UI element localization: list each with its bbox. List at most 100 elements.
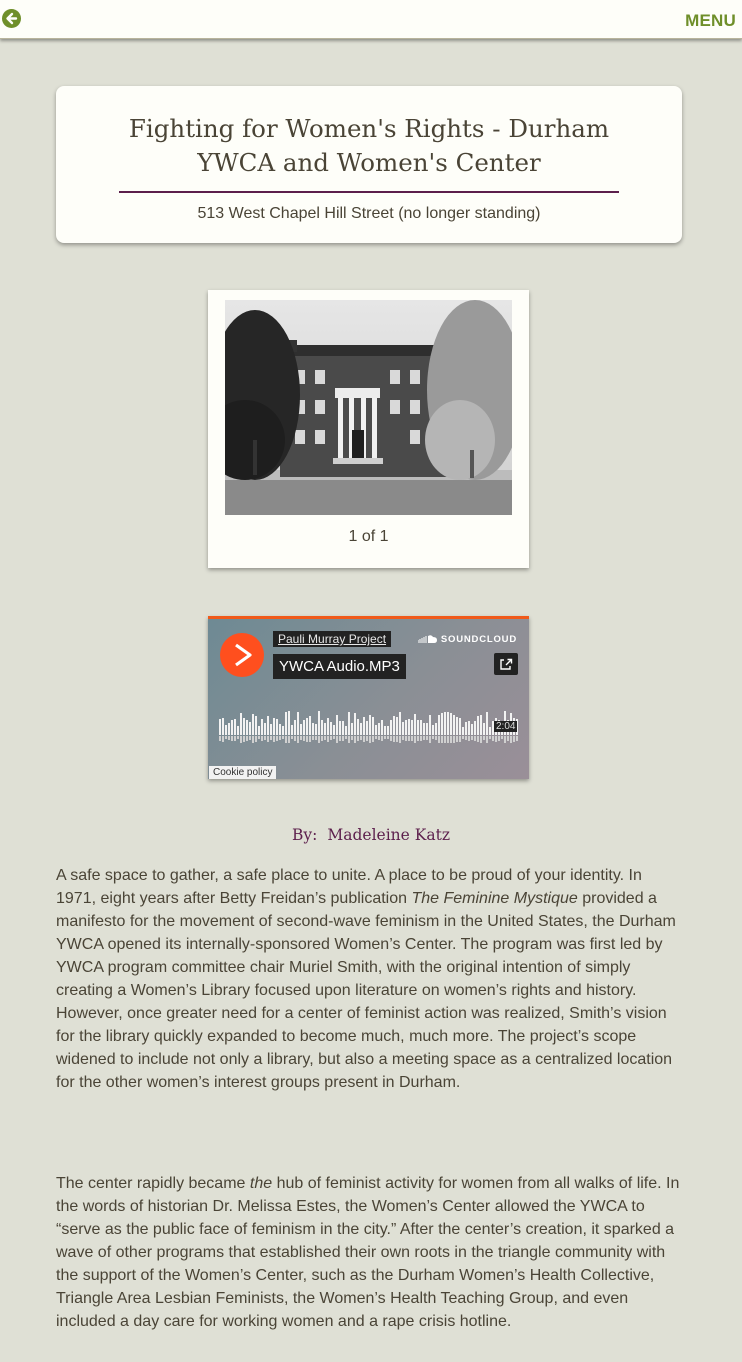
waveform-reflection — [471, 736, 473, 740]
waveform-bar — [465, 722, 467, 735]
waveform-bar — [435, 723, 437, 735]
waveform-reflection — [252, 736, 254, 743]
waveform-reflection — [306, 736, 308, 742]
waveform-bar — [234, 719, 236, 735]
waveform-bar — [222, 718, 224, 735]
waveform-bar — [330, 722, 332, 735]
waveform-bar — [318, 711, 320, 735]
waveform-bar — [321, 720, 323, 735]
menu-button[interactable]: MENU — [685, 11, 736, 31]
waveform-reflection — [477, 736, 479, 742]
title-card: Fighting for Women's Rights - Durham YWC… — [56, 86, 682, 243]
back-arrow-icon[interactable] — [2, 9, 21, 28]
waveform-bar — [396, 717, 398, 735]
waveform-bar — [378, 723, 380, 735]
waveform-bar — [303, 720, 305, 735]
waveform-reflection — [318, 736, 320, 743]
waveform-bar — [291, 725, 293, 735]
waveform-reflection — [426, 736, 428, 740]
waveform-bar — [447, 712, 449, 735]
waveform-bar — [426, 723, 428, 735]
waveform-reflection — [249, 736, 251, 740]
waveform-bar — [279, 724, 281, 735]
waveform-bar — [258, 726, 260, 735]
waveform-bar — [243, 718, 245, 735]
byline-author: Madeleine Katz — [327, 826, 450, 844]
soundcloud-label: SOUNDCLOUD — [440, 634, 517, 645]
waveform-reflection — [366, 736, 368, 741]
waveform-reflection — [240, 736, 242, 743]
waveform-bar — [489, 727, 491, 735]
waveform-reflection — [474, 736, 476, 741]
waveform-bar — [264, 723, 266, 735]
waveform-bar — [252, 714, 254, 735]
waveform-reflection — [228, 736, 230, 740]
waveform-bar — [342, 721, 344, 735]
waveform-bar — [453, 715, 455, 735]
waveform-bar — [348, 712, 350, 735]
waveform-reflection — [432, 736, 434, 739]
waveform-bar — [441, 713, 443, 735]
waveform-bar — [486, 712, 488, 735]
waveform-reflection — [453, 736, 455, 743]
waveform-reflection — [282, 736, 284, 739]
waveform-reflection — [417, 736, 419, 741]
waveform-reflection — [357, 736, 359, 741]
waveform-bar — [372, 717, 374, 735]
waveform-reflection — [459, 736, 461, 742]
waveform-reflection — [321, 736, 323, 741]
waveform-bar — [420, 720, 422, 735]
waveform-bar — [432, 725, 434, 735]
waveform-reflection — [501, 736, 503, 739]
soundcloud-player: Pauli Murray Project YWCA Audio.MP3 SOUN… — [208, 616, 529, 779]
waveform-reflection — [504, 736, 506, 743]
p2-text-a: The center rapidly became — [56, 1175, 250, 1192]
play-icon[interactable] — [220, 633, 264, 677]
waveform-bar — [273, 718, 275, 735]
waveform-reflection — [513, 736, 515, 742]
soundcloud-logo[interactable]: SOUNDCLOUD — [417, 634, 517, 645]
waveform[interactable] — [219, 711, 519, 743]
share-icon[interactable] — [494, 653, 518, 675]
waveform-reflection — [480, 736, 482, 743]
waveform-reflection — [423, 736, 425, 740]
waveform-reflection — [270, 736, 272, 740]
waveform-reflection — [351, 736, 353, 740]
building-photo[interactable] — [225, 300, 512, 515]
waveform-bar — [387, 726, 389, 735]
waveform-reflection — [327, 736, 329, 742]
title-divider — [119, 191, 619, 193]
byline-prefix: By: — [292, 826, 318, 844]
waveform-bar — [315, 724, 317, 735]
cookie-policy-link[interactable]: Cookie policy — [209, 766, 277, 779]
waveform-reflection — [384, 736, 386, 739]
waveform-reflection — [468, 736, 470, 741]
waveform-bar — [249, 722, 251, 735]
waveform-bar — [354, 713, 356, 735]
waveform-reflection — [444, 736, 446, 743]
waveform-bar — [417, 720, 419, 735]
waveform-reflection — [231, 736, 233, 741]
waveform-bar — [450, 713, 452, 735]
waveform-reflection — [285, 736, 287, 743]
p1-book-title: The Feminine Mystique — [411, 890, 578, 907]
waveform-bar — [384, 726, 386, 735]
waveform-reflection — [354, 736, 356, 743]
waveform-reflection — [258, 736, 260, 739]
soundcloud-user-link[interactable]: Pauli Murray Project — [273, 631, 392, 647]
p1-text-b: provided a manifesto for the movement of… — [56, 890, 676, 1091]
byline: By: Madeleine Katz — [0, 826, 742, 844]
track-title[interactable]: YWCA Audio.MP3 — [273, 654, 406, 679]
waveform-reflection — [312, 736, 314, 740]
waveform-bar — [360, 723, 362, 735]
waveform-reflection — [435, 736, 437, 740]
image-gallery-card: 1 of 1 — [208, 290, 529, 568]
waveform-reflection — [297, 736, 299, 743]
waveform-reflection — [363, 736, 365, 742]
waveform-bar — [270, 724, 272, 735]
waveform-reflection — [288, 736, 290, 743]
waveform-bar — [468, 721, 470, 735]
waveform-bar — [477, 716, 479, 735]
waveform-bar — [267, 716, 269, 735]
waveform-bar — [294, 720, 296, 735]
